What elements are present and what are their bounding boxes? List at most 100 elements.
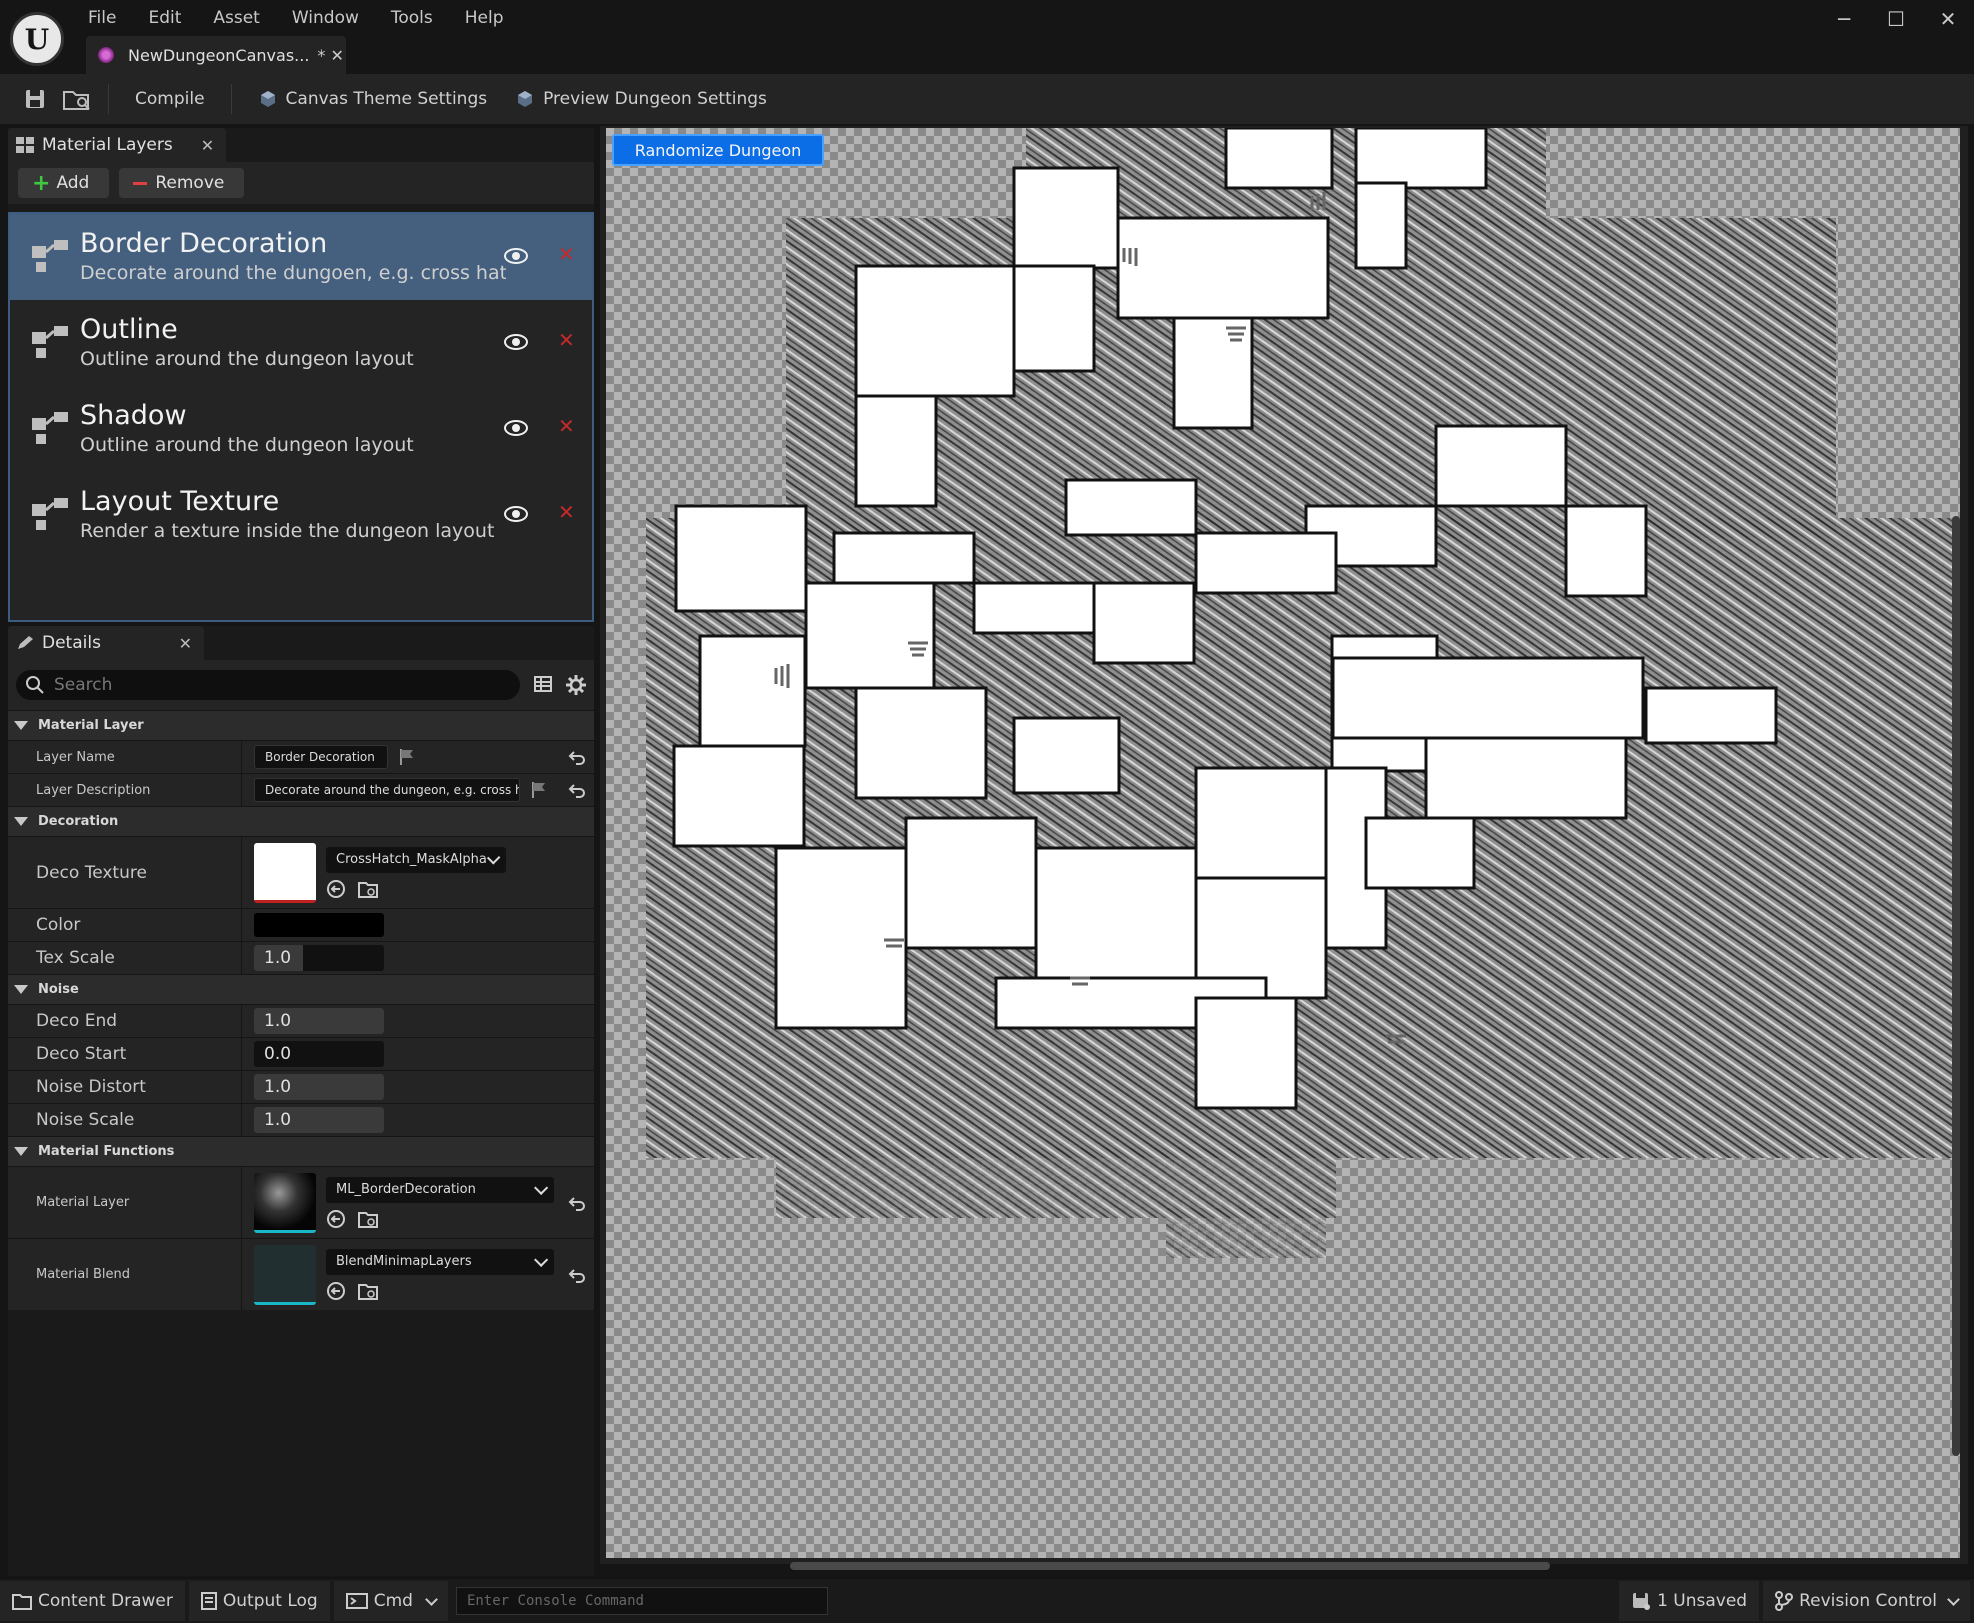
category-material-layer[interactable]: Material Layer bbox=[8, 710, 594, 740]
texture-asset-tools bbox=[326, 879, 506, 899]
layer-row-outline[interactable]: Outline Outline around the dungeon layou… bbox=[10, 300, 592, 386]
eye-icon[interactable] bbox=[504, 246, 528, 266]
eye-icon[interactable] bbox=[504, 332, 528, 352]
noise-distort-row: Noise Distort 1.0 bbox=[8, 1070, 594, 1103]
flag-icon[interactable] bbox=[398, 748, 416, 766]
deco-texture-dropdown[interactable]: CrossHatch_MaskAlpha bbox=[326, 846, 506, 873]
dungeon-canvas-preview[interactable] bbox=[606, 128, 1960, 1558]
add-layer-button[interactable]: + Add bbox=[18, 168, 110, 198]
menu-file[interactable]: File bbox=[72, 4, 132, 32]
material-blend-dropdown[interactable]: BlendMinimapLayers bbox=[326, 1248, 554, 1275]
category-noise[interactable]: Noise bbox=[8, 974, 594, 1004]
noise-scale-row: Noise Scale 1.0 bbox=[8, 1103, 594, 1136]
deco-end-field[interactable]: 1.0 bbox=[254, 1008, 384, 1034]
deco-texture-value-cell: CrossHatch_MaskAlpha bbox=[242, 837, 594, 908]
use-selected-icon[interactable] bbox=[326, 1281, 346, 1301]
reset-arrow-icon[interactable] bbox=[568, 1267, 586, 1283]
layer-row-border-decoration[interactable]: Border Decoration Decorate around the du… bbox=[10, 214, 592, 300]
category-material-functions[interactable]: Material Functions bbox=[8, 1136, 594, 1166]
close-tab-icon[interactable]: ✕ bbox=[179, 634, 192, 653]
blend-thumbnail[interactable] bbox=[254, 1244, 316, 1305]
layer-name: Layout Texture bbox=[80, 486, 280, 517]
menu-tools[interactable]: Tools bbox=[375, 4, 449, 32]
document-tab-close-icon[interactable]: * ✕ bbox=[317, 46, 344, 65]
use-selected-icon[interactable] bbox=[326, 1209, 346, 1229]
console-command-input[interactable] bbox=[455, 1587, 828, 1615]
flag-icon[interactable] bbox=[530, 781, 548, 799]
canvas-theme-settings-button[interactable]: Canvas Theme Settings bbox=[244, 79, 502, 119]
tex-scale-field[interactable]: 1.0 bbox=[254, 945, 384, 971]
content-drawer-button[interactable]: Content Drawer bbox=[0, 1581, 185, 1621]
menu-help[interactable]: Help bbox=[449, 4, 520, 32]
layer-name-field[interactable]: Border Decoration bbox=[254, 745, 388, 769]
layer-row-shadow[interactable]: Shadow Outline around the dungeon layout… bbox=[10, 386, 592, 472]
vertical-scrollbar[interactable] bbox=[1952, 516, 1960, 1456]
deco-end-value: 1.0 bbox=[264, 1011, 292, 1031]
material-layer-dropdown[interactable]: ML_BorderDecoration bbox=[326, 1176, 554, 1203]
layer-description-field[interactable]: Decorate around the dungeon, e.g. cross … bbox=[254, 778, 520, 802]
deco-start-field[interactable]: 0.0 bbox=[254, 1041, 384, 1067]
compile-button[interactable]: Compile bbox=[121, 79, 219, 119]
canvas-viewport[interactable] bbox=[600, 126, 1968, 1570]
minimize-icon[interactable]: ─ bbox=[1818, 0, 1870, 38]
layer-node-icon bbox=[32, 326, 68, 358]
unsaved-label: 1 Unsaved bbox=[1657, 1591, 1748, 1611]
material-sphere-thumbnail[interactable] bbox=[254, 1172, 316, 1233]
deco-start-label: Deco Start bbox=[8, 1038, 242, 1070]
details-search-input[interactable] bbox=[54, 675, 494, 695]
unsaved-button[interactable]: 1 Unsaved bbox=[1619, 1581, 1760, 1621]
layer-description-row: Layer Description Decorate around the du… bbox=[8, 773, 594, 806]
reset-arrow-icon[interactable] bbox=[568, 1195, 586, 1211]
document-tab[interactable]: NewDungeonCanvas... * ✕ bbox=[86, 36, 346, 74]
category-label: Noise bbox=[38, 982, 79, 997]
noise-scale-value-cell: 1.0 bbox=[242, 1104, 594, 1136]
material-layers-tabbar: Material Layers ✕ bbox=[8, 128, 594, 162]
reset-arrow-icon[interactable] bbox=[568, 782, 586, 798]
reset-arrow-icon[interactable] bbox=[568, 749, 586, 765]
color-swatch[interactable] bbox=[254, 913, 384, 937]
layers-actions: + Add Remove bbox=[8, 162, 594, 204]
preview-dungeon-settings-button[interactable]: Preview Dungeon Settings bbox=[501, 79, 781, 119]
editor-window: U File Edit Asset Window Tools Help NewD… bbox=[0, 0, 1974, 1623]
details-search-box[interactable] bbox=[16, 670, 520, 700]
menu-edit[interactable]: Edit bbox=[132, 4, 197, 32]
tex-scale-row: Tex Scale 1.0 bbox=[8, 941, 594, 974]
remove-layer-button[interactable]: Remove bbox=[119, 168, 245, 198]
save-icon[interactable] bbox=[16, 80, 54, 118]
eye-icon[interactable] bbox=[504, 504, 528, 524]
texture-thumbnail[interactable] bbox=[254, 842, 316, 903]
noise-scale-field[interactable]: 1.0 bbox=[254, 1107, 384, 1133]
revision-control-button[interactable]: Revision Control bbox=[1763, 1581, 1970, 1621]
browse-folder-icon[interactable] bbox=[358, 879, 378, 899]
close-tab-icon[interactable]: ✕ bbox=[201, 136, 214, 155]
gear-icon[interactable] bbox=[566, 675, 586, 695]
horizontal-scrollbar[interactable] bbox=[790, 1562, 1550, 1570]
details-tab[interactable]: Details ✕ bbox=[8, 626, 204, 660]
delete-layer-icon[interactable]: ✕ bbox=[558, 500, 575, 524]
browse-asset-icon[interactable] bbox=[58, 80, 96, 118]
noise-scale-value: 1.0 bbox=[264, 1110, 292, 1130]
layer-row-layout-texture[interactable]: Layout Texture Render a texture inside t… bbox=[10, 472, 592, 558]
tex-scale-value: 1.0 bbox=[264, 948, 292, 968]
randomize-dungeon-button[interactable]: Randomize Dungeon bbox=[612, 134, 824, 166]
category-decoration[interactable]: Decoration bbox=[8, 806, 594, 836]
use-selected-icon[interactable] bbox=[326, 879, 346, 899]
menu-asset[interactable]: Asset bbox=[197, 4, 275, 32]
eye-icon[interactable] bbox=[504, 418, 528, 438]
unreal-logo-icon[interactable]: U bbox=[10, 12, 64, 66]
material-layers-tab[interactable]: Material Layers ✕ bbox=[8, 128, 227, 162]
close-window-icon[interactable]: ✕ bbox=[1922, 0, 1974, 38]
maximize-icon[interactable]: ☐ bbox=[1870, 0, 1922, 38]
browse-folder-icon[interactable] bbox=[358, 1281, 378, 1301]
cube-icon bbox=[518, 91, 533, 107]
dungeon-map bbox=[646, 128, 1956, 1258]
browse-folder-icon[interactable] bbox=[358, 1209, 378, 1229]
output-log-button[interactable]: Output Log bbox=[188, 1581, 330, 1621]
delete-layer-icon[interactable]: ✕ bbox=[558, 242, 575, 266]
delete-layer-icon[interactable]: ✕ bbox=[558, 328, 575, 352]
cmd-selector[interactable]: Cmd bbox=[333, 1581, 448, 1621]
noise-distort-field[interactable]: 1.0 bbox=[254, 1074, 384, 1100]
delete-layer-icon[interactable]: ✕ bbox=[558, 414, 575, 438]
menu-window[interactable]: Window bbox=[276, 4, 375, 32]
table-view-icon[interactable] bbox=[534, 675, 552, 693]
